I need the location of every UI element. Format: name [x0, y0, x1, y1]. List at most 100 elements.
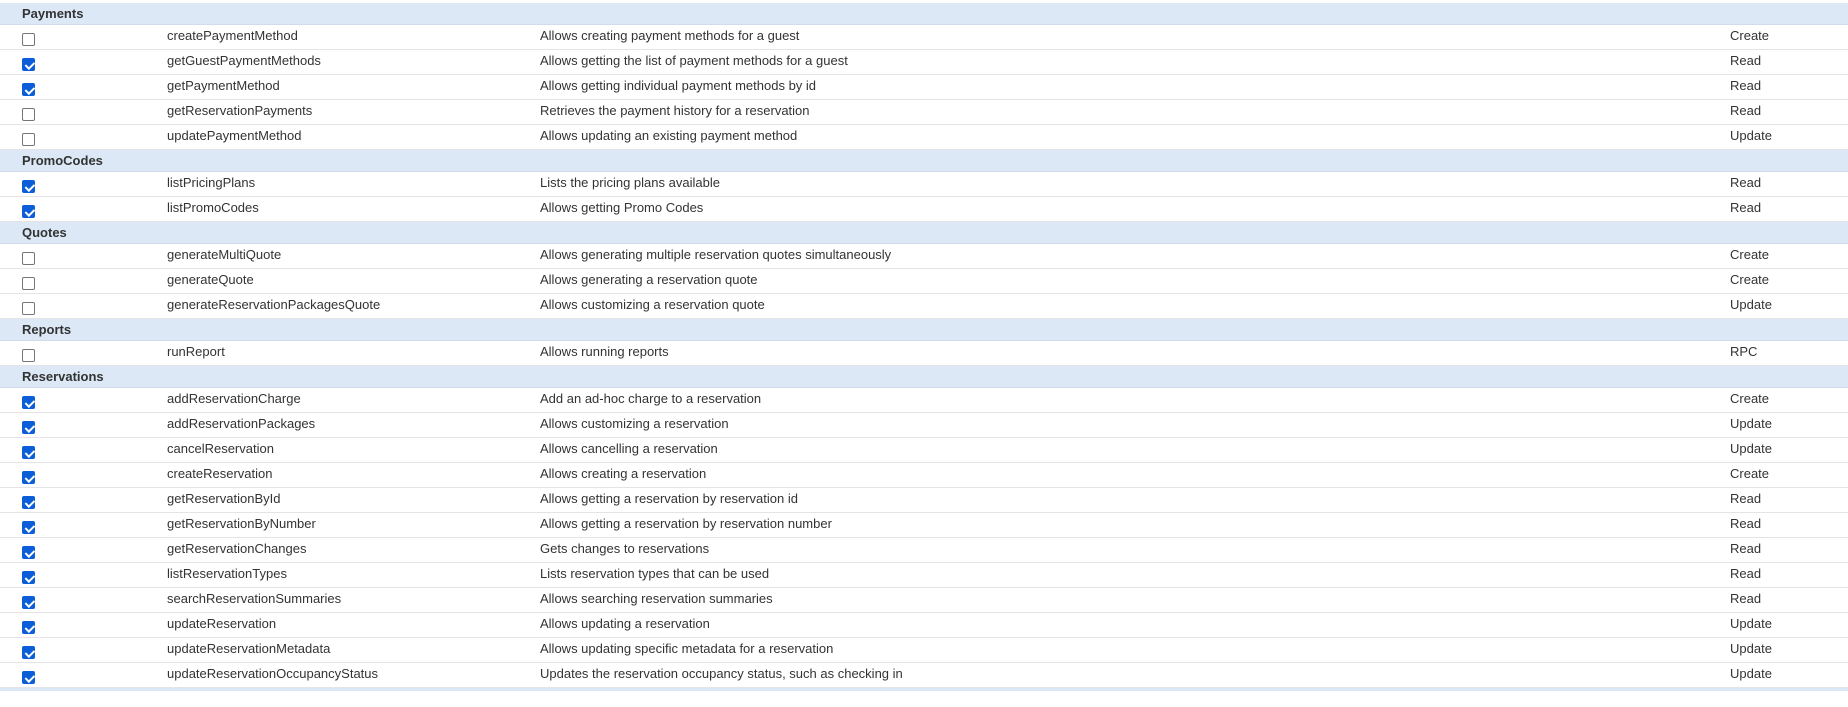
table-row: runReport Allows running reports RPC	[0, 341, 1848, 366]
operation-name: runReport	[167, 344, 225, 359]
operation-type: Read	[1730, 53, 1762, 68]
table-row: searchReservationSummaries Allows searchi…	[0, 588, 1848, 613]
permission-checkbox[interactable]	[22, 471, 35, 484]
operation-description: Lists reservation types that can be used	[540, 566, 770, 581]
permission-checkbox[interactable]	[22, 33, 35, 46]
permission-checkbox[interactable]	[22, 133, 35, 146]
permission-checkbox[interactable]	[22, 496, 35, 509]
permission-checkbox[interactable]	[22, 58, 35, 71]
operation-name: getPaymentMethod	[167, 78, 280, 93]
operation-name: updateReservationOccupancyStatus	[167, 666, 379, 681]
operation-type: Read	[1730, 78, 1762, 93]
permissions-table: Payments createPaymentMethod Allows creati…	[0, 3, 1848, 691]
operation-type: Read	[1730, 541, 1762, 556]
table-row: generateQuote Allows generating a reserva…	[0, 269, 1848, 294]
operation-description: Add an ad-hoc charge to a reservation	[540, 391, 762, 406]
operation-description: Allows updating specific metadata for a …	[540, 641, 834, 656]
permission-checkbox[interactable]	[22, 83, 35, 96]
operation-type: Read	[1730, 200, 1762, 215]
table-row: generateReservationPackagesQuote Allows c…	[0, 294, 1848, 319]
operation-name: generateMultiQuote	[167, 247, 282, 262]
operation-name: addReservationPackages	[167, 416, 316, 431]
operation-type: Create	[1730, 247, 1770, 262]
permission-checkbox[interactable]	[22, 277, 35, 290]
operation-name: listPricingPlans	[167, 175, 256, 190]
group-header-reservations: Reservations	[0, 366, 1848, 388]
permission-checkbox[interactable]	[22, 396, 35, 409]
table-row: createPaymentMethod Allows creating payme…	[0, 25, 1848, 50]
permission-checkbox[interactable]	[22, 180, 35, 193]
operation-type: Create	[1730, 28, 1770, 43]
permission-checkbox[interactable]	[22, 621, 35, 634]
operation-description: Allows customizing a reservation quote	[540, 297, 765, 312]
operation-description: Allows updating an existing payment meth…	[540, 128, 798, 143]
group-header-quotes: Quotes	[0, 222, 1848, 244]
operation-name: generateQuote	[167, 272, 254, 287]
operation-name: getReservationByNumber	[167, 516, 316, 531]
operation-name: getGuestPaymentMethods	[167, 53, 321, 68]
table-row: addReservationCharge Add an ad-hoc charge…	[0, 388, 1848, 413]
operation-name: updateReservationMetadata	[167, 641, 331, 656]
operation-description: Updates the reservation occupancy status…	[540, 666, 903, 681]
operation-name: listReservationTypes	[167, 566, 287, 581]
permission-checkbox[interactable]	[22, 596, 35, 609]
permission-checkbox[interactable]	[22, 446, 35, 459]
operation-description: Allows creating a reservation	[540, 466, 707, 481]
table-row: generateMultiQuote Allows generating mult…	[0, 244, 1848, 269]
permission-checkbox[interactable]	[22, 671, 35, 684]
operation-description: Allows generating multiple reservation q…	[540, 247, 892, 262]
permission-checkbox[interactable]	[22, 252, 35, 265]
operation-type: Update	[1730, 297, 1772, 312]
operation-type: Update	[1730, 666, 1772, 681]
operation-type: Read	[1730, 516, 1762, 531]
table-row: listPricingPlans Lists the pricing plans …	[0, 172, 1848, 197]
operation-name: getReservationById	[167, 491, 281, 506]
operation-description: Gets changes to reservations	[540, 541, 710, 556]
table-row: addReservationPackages Allows customizing…	[0, 413, 1848, 438]
permission-checkbox[interactable]	[22, 302, 35, 315]
operation-type: Create	[1730, 466, 1770, 481]
operation-description: Allows updating a reservation	[540, 616, 710, 631]
operation-type: Read	[1730, 175, 1762, 190]
operation-type: Update	[1730, 616, 1772, 631]
operation-type: Update	[1730, 441, 1772, 456]
table-row: getGuestPaymentMethods Allows getting the…	[0, 50, 1848, 75]
operation-type: Update	[1730, 641, 1772, 656]
operation-type: Read	[1730, 566, 1762, 581]
table-row: updateReservationMetadata Allows updating…	[0, 638, 1848, 663]
group-header-reports: Reports	[0, 319, 1848, 341]
operation-type: RPC	[1730, 344, 1758, 359]
operation-type: Create	[1730, 391, 1770, 406]
operation-type: Update	[1730, 128, 1772, 143]
permission-checkbox[interactable]	[22, 546, 35, 559]
operation-description: Allows getting the list of payment metho…	[540, 53, 848, 68]
table-row: updateReservation Allows updating a reser…	[0, 613, 1848, 638]
table-row: updatePaymentMethod Allows updating an ex…	[0, 125, 1848, 150]
operation-description: Allows getting individual payment method…	[540, 78, 817, 93]
permission-checkbox[interactable]	[22, 646, 35, 659]
operation-name: generateReservationPackagesQuote	[167, 297, 381, 312]
operation-description: Allows customizing a reservation	[540, 416, 729, 431]
operation-type: Read	[1730, 103, 1762, 118]
operation-name: getReservationPayments	[167, 103, 313, 118]
operation-name: updateReservation	[167, 616, 277, 631]
operation-name: searchReservationSummaries	[167, 591, 342, 606]
operation-description: Lists the pricing plans available	[540, 175, 720, 190]
operation-description: Allows getting Promo Codes	[540, 200, 704, 215]
group-header-promocodes: PromoCodes	[0, 150, 1848, 172]
permission-checkbox[interactable]	[22, 571, 35, 584]
permission-checkbox[interactable]	[22, 108, 35, 121]
operation-type: Update	[1730, 416, 1772, 431]
permission-checkbox[interactable]	[22, 205, 35, 218]
permission-checkbox[interactable]	[22, 421, 35, 434]
permission-checkbox[interactable]	[22, 521, 35, 534]
operation-name: updatePaymentMethod	[167, 128, 302, 143]
operation-name: addReservationCharge	[167, 391, 301, 406]
operation-description: Retrieves the payment history for a rese…	[540, 103, 810, 118]
operation-type: Read	[1730, 491, 1762, 506]
operation-name: createReservation	[167, 466, 273, 481]
permission-checkbox[interactable]	[22, 349, 35, 362]
operation-type: Read	[1730, 591, 1762, 606]
table-row: listReservationTypes Lists reservation ty…	[0, 563, 1848, 588]
table-row: updateReservationOccupancyStatus Updates …	[0, 663, 1848, 688]
